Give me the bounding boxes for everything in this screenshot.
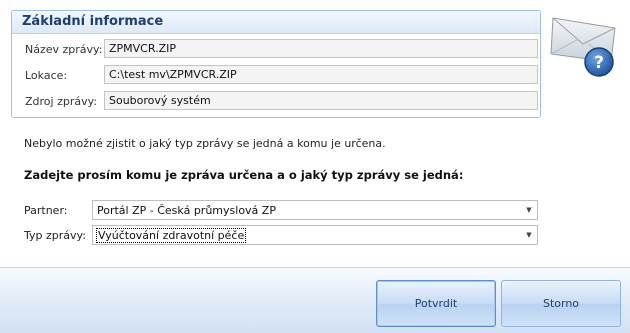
message-name-field[interactable]: ZPMVCR.ZIP (104, 39, 538, 58)
location-field[interactable]: C:\test mv\ZPMVCR.ZIP (104, 65, 538, 84)
info-message: Nebylo možné zjistit o jaký typ zprávy s… (24, 137, 386, 150)
message-type-select-value: Vyúčtování zdravotní péče (95, 228, 247, 243)
chevron-down-icon[interactable]: ▼ (521, 226, 537, 244)
group-header: Základní informace (12, 11, 540, 34)
confirm-button[interactable]: Potvrdit (376, 280, 496, 327)
basic-info-group: Základní informace Název zprávy: ZPMVCR.… (11, 10, 541, 118)
group-title: Základní informace (22, 14, 164, 29)
svg-text:?: ? (594, 53, 604, 73)
message-type-label: Typ zprávy: (24, 229, 86, 242)
partner-label: Partner: (24, 204, 68, 217)
cancel-button[interactable]: Storno (501, 280, 621, 327)
message-help-icon: ? (549, 10, 623, 80)
partner-select-value: Portál ZP - Česká průmyslová ZP (97, 204, 276, 217)
message-source-label: Zdroj zprávy: (25, 95, 98, 108)
message-source-field[interactable]: Souborový systém (104, 91, 538, 110)
message-name-label: Název zprávy: (25, 43, 103, 56)
message-type-select[interactable]: Vyúčtování zdravotní péče ▼ (92, 225, 538, 245)
chevron-down-icon[interactable]: ▼ (521, 201, 537, 219)
button-bar: Potvrdit Storno (0, 267, 630, 333)
partner-select[interactable]: Portál ZP - Česká průmyslová ZP ▼ (92, 200, 538, 220)
location-label: Lokace: (25, 69, 68, 82)
instruction-prompt: Zadejte prosím komu je zpráva určena a o… (24, 168, 464, 182)
